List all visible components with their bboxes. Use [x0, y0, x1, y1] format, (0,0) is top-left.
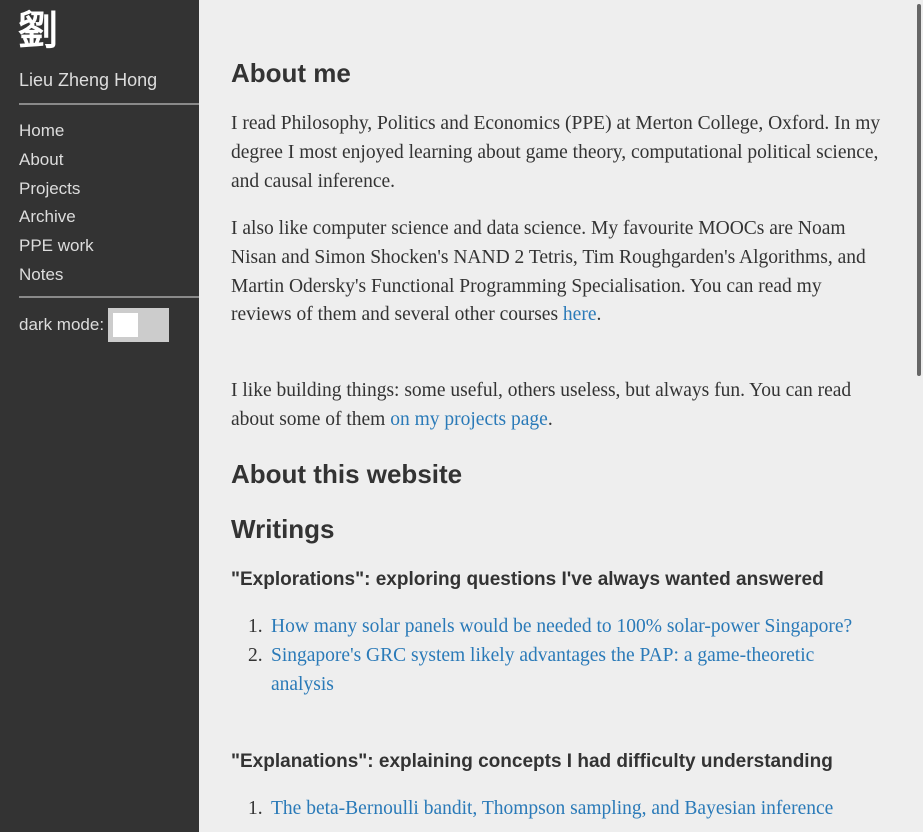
- about-paragraph-2: I also like computer science and data sc…: [231, 215, 881, 330]
- nav-notes[interactable]: Notes: [19, 261, 94, 290]
- page-scrollbar[interactable]: [914, 0, 923, 832]
- scrollbar-thumb[interactable]: [917, 4, 921, 376]
- sidebar-divider-bottom: [19, 296, 199, 298]
- about-paragraph-1: I read Philosophy, Politics and Economic…: [231, 113, 881, 192]
- beta-bernoulli-link[interactable]: The beta-Bernoulli bandit, Thompson samp…: [271, 798, 833, 819]
- list-number: 1.: [248, 616, 263, 637]
- explanations-heading: "Explanations": explaining concepts I ha…: [231, 751, 833, 772]
- nav-about[interactable]: About: [19, 146, 94, 175]
- list-item: 1. How many solar panels would be needed …: [248, 613, 881, 642]
- explanations-list: 1. The beta-Bernoulli bandit, Thompson sa…: [248, 795, 881, 824]
- sidebar: 劉 Lieu Zheng Hong Home About Projects Ar…: [0, 0, 199, 832]
- solar-panels-link[interactable]: How many solar panels would be needed to…: [271, 616, 852, 637]
- nav-home[interactable]: Home: [19, 117, 94, 146]
- list-number: 2.: [248, 644, 263, 666]
- dark-mode-label: dark mode:: [19, 315, 105, 334]
- projects-page-link[interactable]: on my projects page: [390, 409, 548, 430]
- nav-ppe-work[interactable]: PPE work: [19, 232, 94, 261]
- sidebar-nav: Home About Projects Archive PPE work Not…: [19, 117, 94, 290]
- mooc-reviews-link[interactable]: here: [563, 304, 597, 325]
- list-item: 1. The beta-Bernoulli bandit, Thompson sa…: [248, 795, 881, 824]
- about-paragraph-2-text: I also like computer science and data sc…: [231, 218, 866, 326]
- list-item: 2. Singapore's GRC system likely advantag…: [248, 642, 881, 700]
- nav-archive[interactable]: Archive: [19, 203, 94, 232]
- sidebar-divider-top: [19, 103, 199, 105]
- dark-mode-toggle[interactable]: [108, 308, 170, 342]
- writings-heading: Writings: [231, 514, 335, 544]
- about-paragraph-3-end: .: [547, 408, 553, 430]
- site-logo[interactable]: 劉: [18, 6, 58, 56]
- about-website-heading: About this website: [231, 459, 463, 489]
- grc-system-link[interactable]: Singapore's GRC system likely advantages…: [271, 645, 814, 695]
- site-name[interactable]: Lieu Zheng Hong: [19, 68, 157, 92]
- explorations-heading: "Explorations": exploring questions I've…: [231, 569, 824, 590]
- nav-projects[interactable]: Projects: [19, 175, 94, 204]
- toggle-knob: [113, 313, 139, 337]
- explorations-list: 1. How many solar panels would be needed …: [248, 613, 881, 700]
- about-paragraph-3: I like building things: some useful, oth…: [231, 377, 881, 435]
- about-me-heading: About me: [231, 58, 351, 88]
- list-number: 1.: [248, 798, 263, 819]
- about-paragraph-2-end: .: [596, 304, 602, 326]
- dark-mode-row: dark mode:: [19, 308, 170, 342]
